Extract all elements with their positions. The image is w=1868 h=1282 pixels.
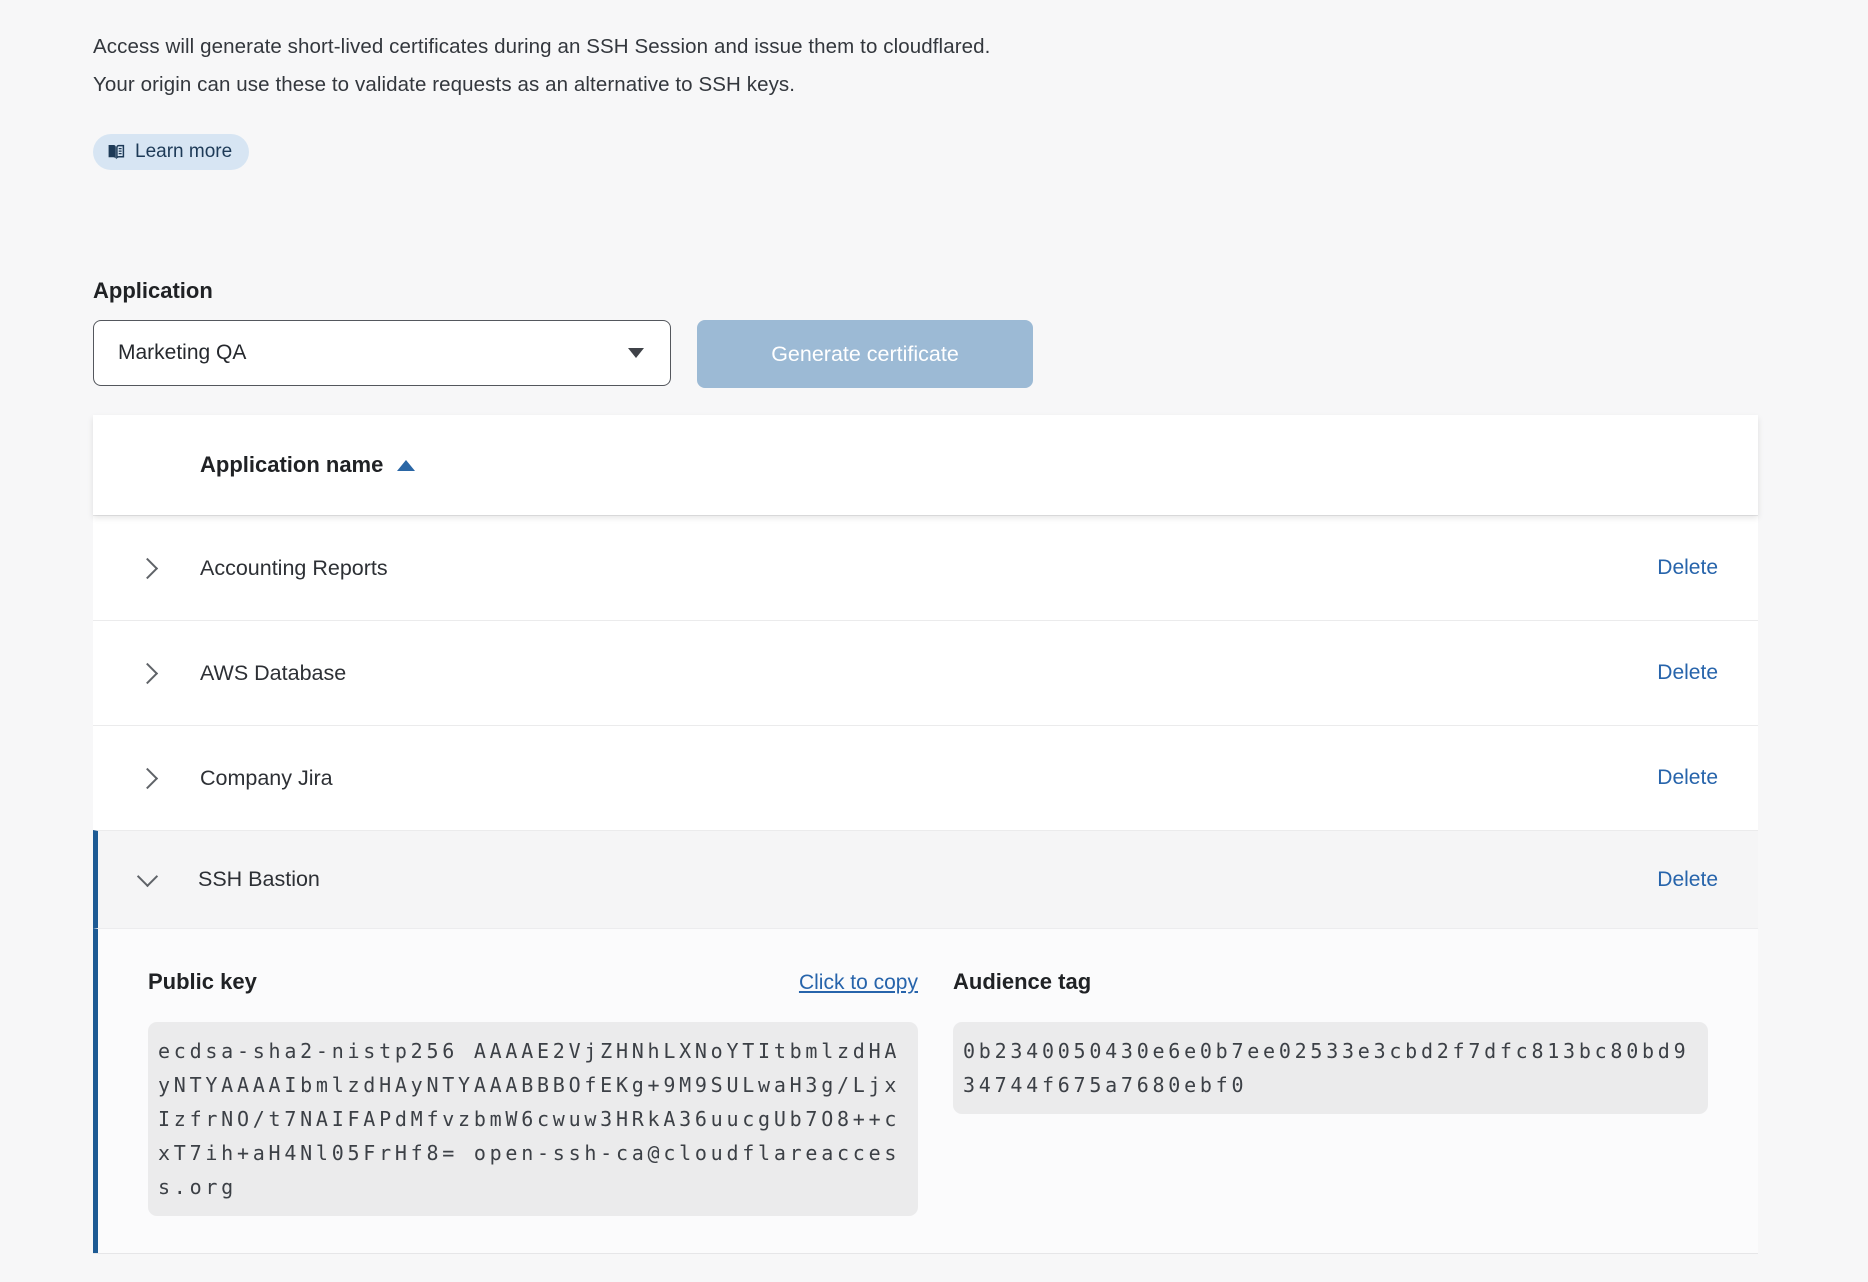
application-name-column-header[interactable]: Application name xyxy=(200,452,383,478)
applications-table: Application name Accounting Reports Dele… xyxy=(93,415,1758,1254)
chevron-right-icon[interactable] xyxy=(137,557,158,578)
chevron-down-icon[interactable] xyxy=(137,866,158,887)
ssh-bastion-details-panel: Public key Click to copy ecdsa-sha2-nist… xyxy=(93,928,1758,1253)
application-name: Accounting Reports xyxy=(200,556,1657,581)
table-row-ssh-bastion[interactable]: SSH Bastion Delete xyxy=(93,830,1758,928)
delete-link[interactable]: Delete xyxy=(1657,868,1718,892)
certificate-controls: Marketing QA Generate certificate xyxy=(93,320,1868,388)
application-label: Application xyxy=(93,278,1868,304)
audience-tag-value[interactable]: 0b2340050430e6e0b7ee02533e3cbd2f7dfc813b… xyxy=(953,1022,1708,1114)
application-select[interactable]: Marketing QA xyxy=(93,320,671,386)
audience-tag-column: Audience tag 0b2340050430e6e0b7ee02533e3… xyxy=(953,969,1708,1253)
ssh-certificates-page: Access will generate short-lived certifi… xyxy=(0,0,1868,1282)
delete-link[interactable]: Delete xyxy=(1657,556,1718,580)
table-header-row: Application name xyxy=(93,415,1758,515)
table-row-company-jira[interactable]: Company Jira Delete xyxy=(93,725,1758,830)
table-row-accounting-reports[interactable]: Accounting Reports Delete xyxy=(93,515,1758,620)
public-key-label: Public key xyxy=(148,969,257,995)
audience-tag-label: Audience tag xyxy=(953,969,1091,995)
application-name: AWS Database xyxy=(200,661,1657,686)
learn-more-button[interactable]: Learn more xyxy=(93,134,249,170)
page-description: Access will generate short-lived certifi… xyxy=(93,28,1028,104)
caret-down-icon xyxy=(628,348,644,358)
learn-more-label: Learn more xyxy=(135,141,232,163)
application-name: SSH Bastion xyxy=(198,867,1657,892)
public-key-value[interactable]: ecdsa-sha2-nistp256 AAAAE2VjZHNhLXNoYTIt… xyxy=(148,1022,918,1216)
book-icon xyxy=(106,142,126,162)
delete-link[interactable]: Delete xyxy=(1657,661,1718,685)
public-key-column: Public key Click to copy ecdsa-sha2-nist… xyxy=(148,969,918,1253)
chevron-right-icon[interactable] xyxy=(137,662,158,683)
table-row-aws-database[interactable]: AWS Database Delete xyxy=(93,620,1758,725)
sort-ascending-triangle-icon[interactable] xyxy=(397,460,415,471)
generate-certificate-button[interactable]: Generate certificate xyxy=(697,320,1033,388)
application-name: Company Jira xyxy=(200,766,1657,791)
chevron-right-icon[interactable] xyxy=(137,767,158,788)
click-to-copy-link[interactable]: Click to copy xyxy=(799,971,918,995)
delete-link[interactable]: Delete xyxy=(1657,766,1718,790)
application-select-value: Marketing QA xyxy=(118,341,246,365)
